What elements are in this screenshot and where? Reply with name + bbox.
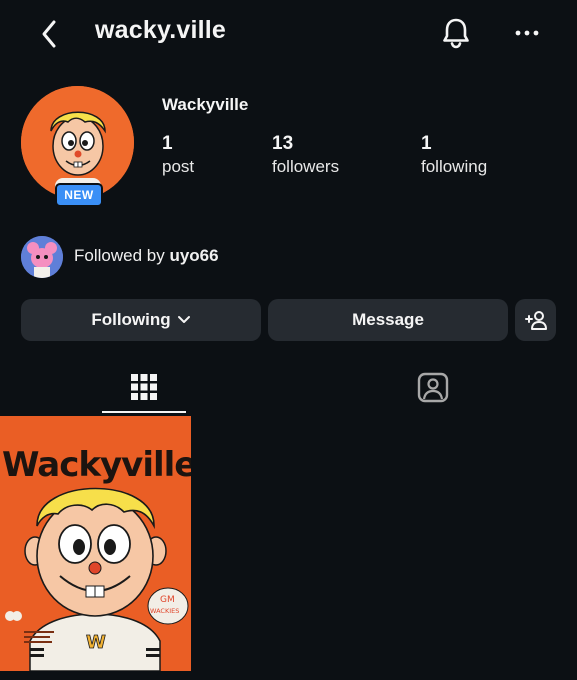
new-badge: NEW bbox=[55, 183, 103, 207]
message-label: Message bbox=[352, 310, 424, 329]
stat-posts: 1 post bbox=[162, 133, 194, 177]
stat-following-label: following bbox=[421, 157, 488, 176]
chevron-down-icon bbox=[177, 315, 191, 325]
back-icon[interactable] bbox=[36, 18, 64, 50]
tab-tagged[interactable] bbox=[416, 370, 450, 404]
post-thumbnail[interactable]: Wackyville W GM WACKIES bbox=[0, 416, 191, 671]
active-tab-indicator bbox=[102, 411, 186, 413]
message-button[interactable]: Message bbox=[268, 299, 508, 341]
stat-posts-number: 1 bbox=[162, 133, 173, 154]
more-options-icon[interactable] bbox=[512, 22, 542, 44]
stat-followers[interactable]: 13 followers bbox=[272, 133, 339, 177]
followed-by-prefix: Followed by bbox=[74, 246, 165, 265]
profile-username: wacky.ville bbox=[95, 16, 226, 44]
followed-by-avatar[interactable] bbox=[21, 236, 63, 278]
followed-by-user: uyo66 bbox=[169, 246, 219, 265]
stat-followers-label: followers bbox=[272, 157, 340, 176]
bell-icon[interactable] bbox=[440, 16, 472, 50]
followed-by-text[interactable]: Followed by uyo66 bbox=[74, 246, 219, 266]
following-button[interactable]: Following bbox=[21, 299, 261, 341]
following-label: Following bbox=[91, 310, 171, 329]
stat-following-number: 1 bbox=[421, 133, 432, 154]
display-name: Wackyville bbox=[162, 95, 249, 114]
stat-followers-number: 13 bbox=[272, 133, 294, 154]
add-person-icon bbox=[524, 309, 548, 331]
stat-posts-label: post bbox=[162, 157, 195, 176]
post-title-text: Wackyville bbox=[2, 445, 191, 485]
tab-posts-grid[interactable] bbox=[102, 366, 186, 412]
stat-following[interactable]: 1 following bbox=[421, 133, 487, 177]
post-bubble-line2: WACKIES bbox=[150, 607, 179, 615]
suggest-people-button[interactable] bbox=[515, 299, 556, 341]
tagged-person-icon bbox=[416, 370, 450, 404]
post-bubble-line1: GM bbox=[160, 595, 175, 605]
post-shirt-letter: W bbox=[86, 632, 106, 653]
grid-icon bbox=[131, 374, 157, 405]
